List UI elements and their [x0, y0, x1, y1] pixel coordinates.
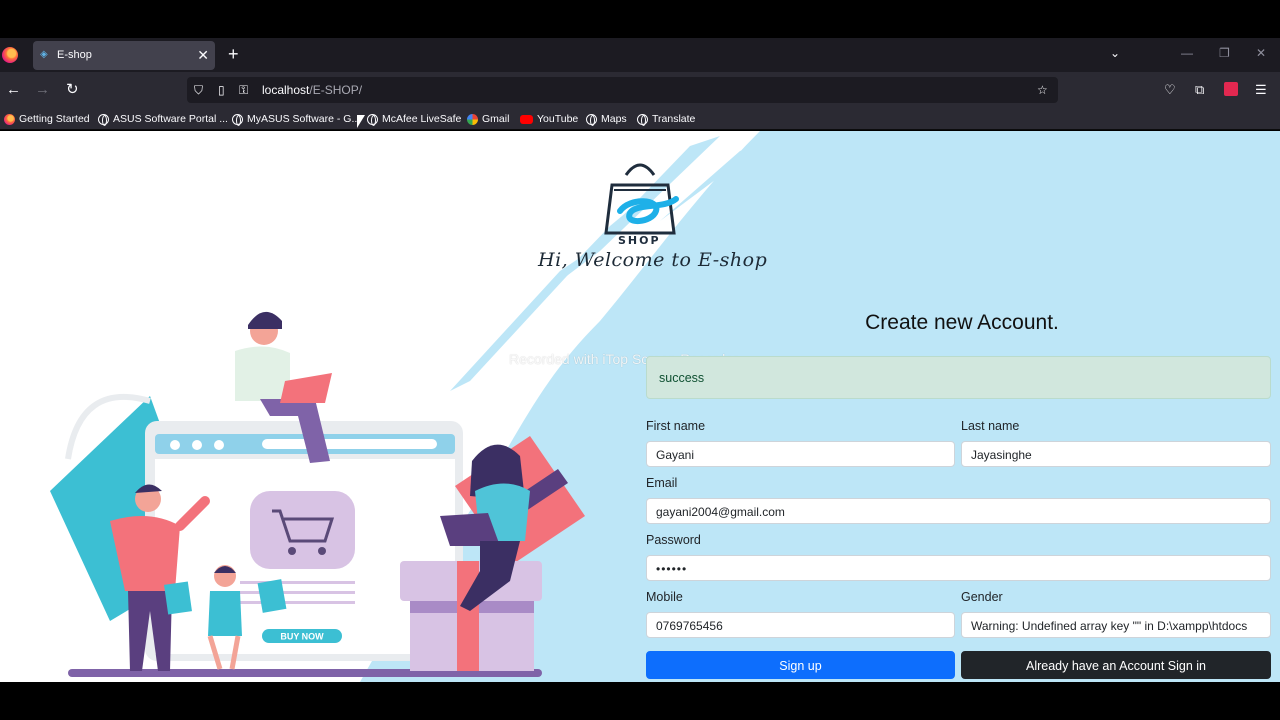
bookmark-label: MyASUS Software - G... — [247, 113, 361, 125]
email-input[interactable]: gayani2004@gmail.com — [646, 498, 1271, 524]
youtube-icon — [520, 114, 533, 124]
new-tab-button[interactable]: + — [228, 44, 239, 64]
bookmark-youtube[interactable]: YouTube — [520, 112, 578, 126]
bookmark-label: ASUS Software Portal ... — [113, 113, 228, 125]
close-window-icon[interactable]: ✕ — [1256, 46, 1266, 60]
form-title: Create new Account. — [865, 311, 1059, 334]
sign-in-button[interactable]: Already have an Account Sign in — [961, 651, 1271, 679]
bookmark-mcafee[interactable]: McAfee LiveSafe — [367, 112, 461, 126]
logo-text: SHOP — [618, 234, 661, 247]
first-name-input[interactable]: Gayani — [646, 441, 955, 467]
minimize-icon[interactable]: — — [1181, 46, 1193, 60]
forward-arrow-icon[interactable]: → — [35, 81, 50, 99]
hamburger-menu-icon[interactable]: ☰ — [1255, 81, 1267, 99]
firefox-icon — [4, 113, 15, 125]
navigation-bar: ← → ↻ ⛉ ▯ ⚿ localhost/E-SHOP/ ☆ ♡ ⧉ ☰ — [0, 72, 1280, 108]
favicon-icon: ◈ — [40, 49, 48, 60]
key-icon[interactable]: ⚿ — [239, 82, 248, 98]
globe-icon — [586, 113, 597, 126]
bookmark-maps[interactable]: Maps — [586, 112, 627, 126]
buy-now-label: BUY NOW — [280, 632, 324, 642]
tab-bar: ◈ E-shop ✕ + ⌄ — ❐ ✕ — [0, 38, 1280, 72]
first-name-label: First name — [646, 419, 706, 433]
firefox-icon — [2, 47, 18, 63]
extensions-icon[interactable]: ⧉ — [1195, 81, 1204, 99]
success-alert: success — [646, 356, 1271, 399]
bookmark-label: Translate — [652, 113, 696, 125]
close-tab-icon[interactable]: ✕ — [197, 47, 209, 63]
sign-up-button[interactable]: Sign up — [646, 651, 955, 679]
globe-icon — [232, 113, 243, 126]
url-bar[interactable]: ⛉ ▯ ⚿ localhost/E-SHOP/ ☆ — [187, 77, 1058, 103]
url-text[interactable]: localhost/E-SHOP/ — [262, 83, 362, 97]
bookmark-myasus[interactable]: MyASUS Software - G... — [232, 112, 360, 126]
bookmark-star-icon[interactable]: ☆ — [1037, 82, 1048, 98]
mobile-input[interactable]: 0769765456 — [646, 612, 955, 638]
bookmark-translate[interactable]: Translate — [637, 112, 695, 126]
bookmark-label: Gmail — [482, 113, 510, 125]
welcome-heading: Hi, Welcome to E-shop — [538, 249, 768, 271]
pocket-icon[interactable]: ♡ — [1164, 81, 1176, 99]
globe-icon — [98, 113, 109, 126]
globe-icon — [637, 113, 648, 126]
bookmark-label: Getting Started — [19, 113, 90, 125]
bookmark-label: Maps — [601, 113, 627, 125]
bookmark-label: YouTube — [537, 113, 579, 125]
addon-icon[interactable] — [1224, 82, 1238, 96]
tab-eshop[interactable]: ◈ E-shop ✕ — [33, 41, 215, 70]
url-host: localhost — [262, 83, 310, 97]
alert-text: success — [659, 371, 705, 385]
tab-title: E-shop — [57, 49, 92, 61]
globe-icon — [367, 113, 378, 126]
url-path: /E-SHOP/ — [309, 83, 363, 97]
bookmark-asus-portal[interactable]: ASUS Software Portal ... — [98, 112, 228, 126]
web-page: SHOP Hi, Welcome to E-shop BUY NOW Recor… — [0, 131, 1280, 682]
bookmarks-bar: Getting Started ASUS Software Portal ...… — [0, 108, 1280, 130]
mobile-label: Mobile — [646, 590, 683, 604]
shield-icon[interactable]: ⛉ — [194, 82, 203, 98]
chevron-down-icon[interactable]: ⌄ — [1110, 46, 1120, 60]
reload-icon[interactable]: ↻ — [66, 81, 79, 99]
email-label: Email — [646, 476, 678, 490]
password-input[interactable]: •••••• — [646, 555, 1271, 581]
restore-icon[interactable]: ❐ — [1219, 46, 1230, 60]
bookmark-label: McAfee LiveSafe — [382, 113, 462, 125]
gender-select[interactable]: Warning: Undefined array key "" in D:\xa… — [961, 612, 1271, 638]
last-name-input[interactable]: Jayasinghe — [961, 441, 1271, 467]
back-arrow-icon[interactable]: ← — [6, 81, 21, 99]
page-icon[interactable]: ▯ — [218, 82, 225, 98]
bookmark-getting-started[interactable]: Getting Started — [4, 112, 90, 126]
bookmark-gmail[interactable]: Gmail — [467, 112, 509, 126]
screen: ◈ E-shop ✕ + ⌄ — ❐ ✕ ← → ↻ ⛉ ▯ ⚿ localho… — [0, 0, 1280, 720]
password-label: Password — [646, 533, 701, 547]
shopping-illustration: BUY NOW — [50, 311, 585, 677]
google-icon — [467, 113, 478, 125]
mouse-cursor-icon — [357, 115, 365, 128]
gender-label: Gender — [961, 590, 1003, 604]
last-name-label: Last name — [961, 419, 1020, 433]
